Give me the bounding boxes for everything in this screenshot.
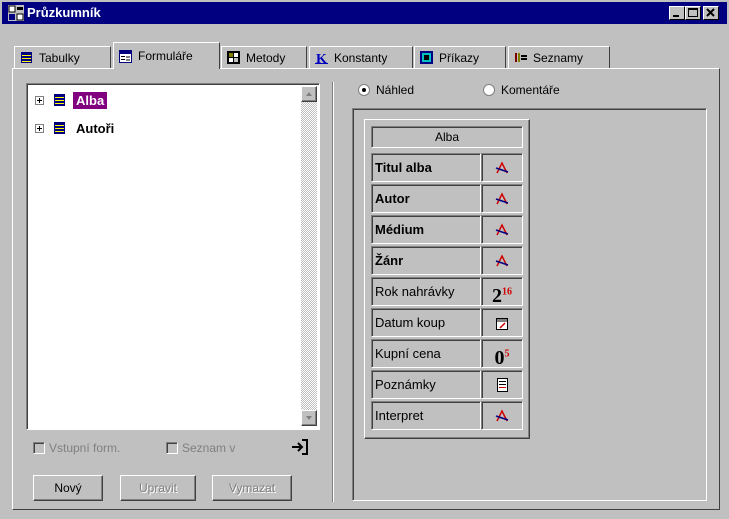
table-icon bbox=[54, 94, 65, 106]
constant-icon: K bbox=[315, 52, 328, 64]
tree-item-label: Alba bbox=[73, 91, 108, 109]
window-title: Průzkumník bbox=[27, 5, 101, 20]
tab-label: Příkazy bbox=[439, 50, 480, 65]
tab-prikazy[interactable]: Příkazy bbox=[414, 46, 506, 68]
list-icon bbox=[515, 53, 527, 62]
method-icon bbox=[227, 51, 240, 64]
edit-button[interactable]: Upravit bbox=[120, 475, 196, 501]
field-icon-sup: 16 bbox=[502, 286, 512, 297]
app-icon bbox=[8, 5, 24, 21]
integer-field-icon: 216 bbox=[481, 277, 523, 307]
svg-text:K: K bbox=[316, 52, 327, 64]
text-field-icon bbox=[481, 215, 523, 244]
form-field-row[interactable]: Datum koup bbox=[371, 308, 523, 337]
radio-dot[interactable] bbox=[483, 84, 495, 96]
tab-seznamy[interactable]: Seznamy bbox=[508, 46, 610, 68]
tab-label: Tabulky bbox=[39, 50, 80, 65]
form-field-row[interactable]: Médium bbox=[371, 215, 523, 244]
field-name: Kupní cena bbox=[371, 339, 481, 368]
form-tree[interactable]: Alba Autoři bbox=[26, 83, 320, 430]
radio-label: Náhled bbox=[376, 83, 415, 97]
tab-label: Formuláře bbox=[138, 49, 193, 63]
form-table-title: Alba bbox=[371, 126, 523, 148]
date-field-icon bbox=[481, 308, 523, 337]
checkbox-box[interactable] bbox=[33, 442, 45, 454]
seznam-checkbox[interactable]: Seznam v bbox=[166, 441, 235, 455]
maximize-button[interactable] bbox=[685, 6, 701, 20]
close-icon bbox=[706, 8, 715, 17]
tab-label: Konstanty bbox=[334, 50, 388, 65]
field-name: Poznámky bbox=[371, 370, 481, 399]
form-icon bbox=[119, 49, 132, 63]
expand-icon[interactable] bbox=[35, 123, 44, 133]
field-name: Médium bbox=[371, 215, 481, 244]
scroll-down-button[interactable] bbox=[301, 410, 317, 426]
table-icon bbox=[54, 122, 65, 134]
text-field-icon bbox=[481, 184, 523, 213]
scroll-up-button[interactable] bbox=[301, 86, 317, 102]
tab-konstanty[interactable]: K Konstanty bbox=[309, 46, 413, 68]
vertical-scrollbar[interactable] bbox=[301, 86, 317, 426]
explorer-window: Průzkumník Tabulky Formuláře Metody K Ko… bbox=[0, 0, 729, 519]
field-icon-glyph: 0 bbox=[494, 346, 505, 369]
close-button[interactable] bbox=[703, 6, 719, 20]
tab-formulare[interactable]: Formuláře bbox=[113, 42, 220, 69]
form-field-row[interactable]: Interpret bbox=[371, 401, 523, 430]
expand-icon[interactable] bbox=[35, 95, 44, 105]
divider bbox=[332, 82, 334, 502]
field-icon-sup: 5 bbox=[504, 348, 510, 359]
tree-item-alba[interactable]: Alba bbox=[35, 91, 108, 109]
form-field-row[interactable]: Poznámky bbox=[371, 370, 523, 399]
radio-label: Komentáře bbox=[501, 83, 560, 97]
form-field-row[interactable]: Rok nahrávky 216 bbox=[371, 277, 523, 307]
title-bar[interactable]: Průzkumník bbox=[2, 2, 727, 24]
checkbox-label: Vstupní form. bbox=[49, 441, 121, 455]
arrow-down-icon bbox=[306, 416, 312, 420]
text-field-icon bbox=[481, 401, 523, 430]
arrow-up-icon bbox=[306, 92, 312, 96]
new-button[interactable]: Nový bbox=[33, 475, 103, 501]
text-field-icon bbox=[481, 153, 523, 182]
form-preview-table[interactable]: Alba Titul alba Autor Médium Žánr Rok nahráv… bbox=[364, 119, 530, 439]
field-icon-glyph: 2 bbox=[492, 284, 502, 307]
field-name: Datum koup bbox=[371, 308, 481, 337]
form-field-row[interactable]: Žánr bbox=[371, 246, 523, 275]
tree-item-label: Autoři bbox=[76, 120, 115, 136]
delete-button[interactable]: Vymazat bbox=[212, 475, 292, 501]
radio-dot[interactable] bbox=[358, 84, 370, 96]
minimize-button[interactable] bbox=[669, 6, 685, 20]
field-name: Titul alba bbox=[371, 153, 481, 182]
form-field-row[interactable]: Titul alba bbox=[371, 153, 523, 182]
tree-item-autori[interactable]: Autoři bbox=[35, 120, 117, 136]
text-field-icon bbox=[481, 246, 523, 275]
vstupni-form-checkbox[interactable]: Vstupní form. bbox=[33, 441, 120, 455]
tab-label: Metody bbox=[246, 50, 286, 65]
table-icon bbox=[21, 52, 32, 63]
field-name: Žánr bbox=[371, 246, 481, 275]
minimize-icon bbox=[673, 15, 679, 17]
field-name: Rok nahrávky bbox=[371, 277, 481, 306]
tab-tabulky[interactable]: Tabulky bbox=[14, 46, 111, 68]
real-field-icon: 05 bbox=[481, 339, 523, 369]
tab-metody[interactable]: Metody bbox=[221, 46, 307, 68]
enter-icon[interactable] bbox=[290, 438, 310, 456]
command-icon bbox=[420, 51, 433, 64]
maximize-icon bbox=[688, 8, 698, 17]
preview-radio[interactable]: Náhled bbox=[358, 83, 414, 97]
memo-field-icon bbox=[481, 370, 523, 399]
form-field-row[interactable]: Kupní cena 05 bbox=[371, 339, 523, 369]
tab-label: Seznamy bbox=[533, 50, 584, 65]
field-name: Interpret bbox=[371, 401, 481, 430]
form-field-row[interactable]: Autor bbox=[371, 184, 523, 213]
checkbox-box[interactable] bbox=[166, 442, 178, 454]
field-name: Autor bbox=[371, 184, 481, 213]
comments-radio[interactable]: Komentáře bbox=[483, 83, 560, 97]
checkbox-label: Seznam v bbox=[182, 441, 236, 455]
